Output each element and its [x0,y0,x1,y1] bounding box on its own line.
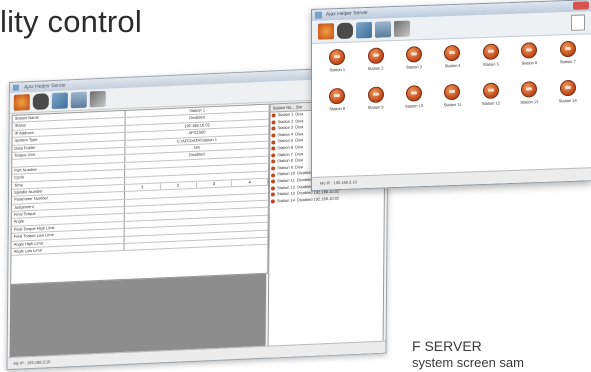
station-icon [271,153,276,158]
station-label: Station 4 [444,62,461,69]
station-tile[interactable]: Station 12 [472,82,510,106]
network-icon[interactable] [394,20,410,38]
station-icon [559,40,576,58]
station-icon [329,87,346,105]
station-icon [271,146,276,151]
station-tile[interactable]: Station 4 [433,44,471,68]
station-tile[interactable]: Station 3 [395,46,433,70]
station-icon [521,42,538,59]
station-icon [329,48,346,66]
station-icon [271,179,276,184]
network-icon[interactable] [89,90,106,108]
station-tile[interactable]: Station 8 [318,87,356,111]
station-tile[interactable]: Station 9 [356,86,394,110]
station-label: Station 13 [520,99,539,105]
window-title: Ajax Helper Server [326,10,368,18]
station-label: Station 3 [406,64,422,70]
station-icon [270,192,275,197]
station-label: Station 6 [521,60,538,66]
station-tile[interactable]: Station 6 [510,42,548,66]
monitor-icon[interactable] [375,21,391,38]
station-label: Station 8 [329,105,346,112]
station-tile[interactable]: Station 5 [472,43,510,67]
station-icon [271,140,276,145]
station-icon [271,166,276,171]
station-icon [444,83,461,101]
station-icon [406,46,423,63]
station-label: Station 7 [559,58,576,65]
station-icon [521,81,538,98]
station-tile[interactable]: Station 14 [549,79,587,103]
stations-window: Ajax Helper Server Station 1 Station 2 Sta… [311,0,591,191]
station-icon [559,79,576,97]
properties-grid: Station Name Station 1 Status Disabled IP Ad… [10,103,270,285]
station-grid: Station 1 Station 2 Station 3 Station 4 Stat… [318,40,587,111]
station-icon [271,173,276,178]
station-label: Station 12 [481,100,500,107]
station-icon [270,199,275,204]
station-icon [406,85,423,102]
status-bar: My IP : 192.168.3.10 [312,167,591,190]
binoculars-icon[interactable] [32,93,49,110]
station-icon [271,159,276,165]
caption-subtitle: system screen sam [412,355,524,370]
station-tile[interactable]: Station 13 [510,81,548,105]
station-tile[interactable]: Station 11 [433,83,471,107]
station-icon [271,126,276,132]
window-title: Ajax Helper Server [23,82,66,91]
station-icon[interactable] [318,23,334,40]
station-tile[interactable]: Station 7 [549,40,587,64]
station-icon [482,43,499,60]
caption-title: F SERVER [412,338,482,354]
close-button[interactable] [573,1,589,10]
view-toggle-icon[interactable] [571,14,585,31]
station-icon [270,186,275,191]
station-label: Station 2 [367,65,384,72]
station-icon [271,113,276,118]
tools-icon[interactable] [51,92,68,110]
tools-icon[interactable] [356,21,372,39]
station-icon [444,44,461,62]
station-icon [271,133,276,138]
station-icon [482,82,499,99]
station-label: Station 1 [329,66,346,73]
station-name: Station 14 [276,197,295,204]
station-label: Station 11 [443,101,462,108]
station-tile[interactable]: Station 2 [356,47,394,71]
binoculars-icon[interactable] [337,22,353,40]
station-label: Station 9 [367,104,384,111]
station-icon[interactable] [13,94,30,111]
monitor-icon[interactable] [70,91,87,109]
station-label: Station 10 [405,103,424,109]
station-label: Station 5 [483,61,499,67]
station-label: Station 14 [558,97,577,104]
app-icon [315,11,322,19]
station-tile[interactable]: Station 10 [395,85,433,109]
station-status: Disabled 192.168.10.02 [296,195,340,203]
station-icon [367,47,384,65]
station-icon [367,86,384,104]
station-tile[interactable]: Station 1 [318,48,356,72]
station-icon [271,120,276,125]
page-heading: lity control [0,4,142,39]
app-icon [12,84,19,91]
